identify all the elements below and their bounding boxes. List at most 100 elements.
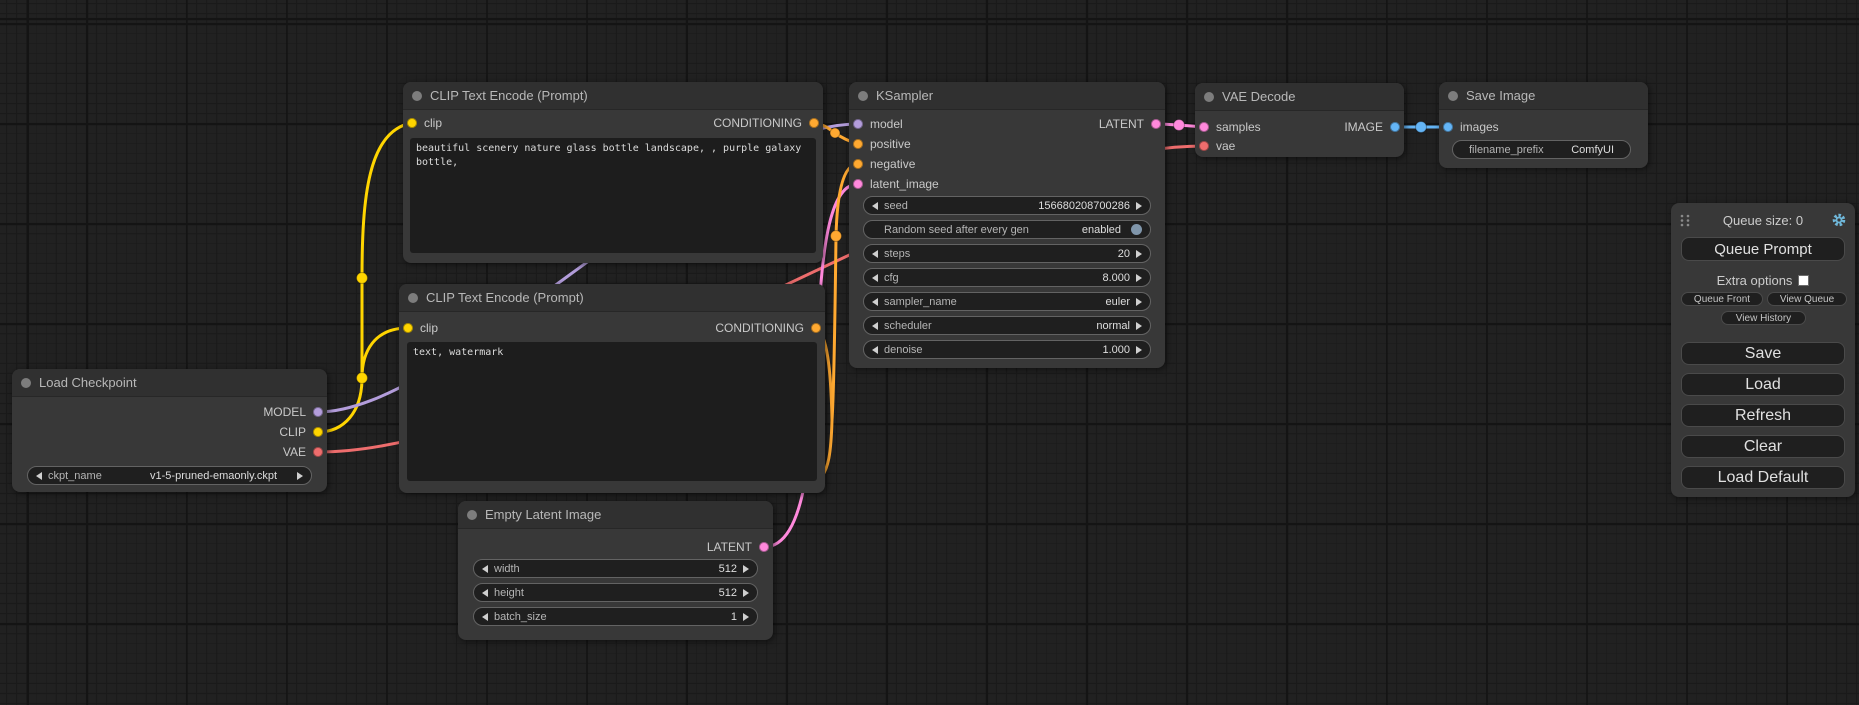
decrement-arrow-icon[interactable] bbox=[36, 472, 42, 480]
decrement-arrow-icon[interactable] bbox=[872, 202, 878, 210]
load-default-button[interactable]: Load Default bbox=[1681, 466, 1845, 489]
reroute-dot-image[interactable] bbox=[1416, 122, 1427, 133]
output-port-image[interactable] bbox=[1390, 122, 1400, 132]
widget-label: Random seed after every gen bbox=[884, 224, 1029, 236]
widget-label: denoise bbox=[884, 344, 923, 356]
widget-label: batch_size bbox=[494, 611, 547, 623]
node-title-bar[interactable]: CLIP Text Encode (Prompt) bbox=[403, 82, 823, 110]
input-port-latent-image[interactable] bbox=[853, 179, 863, 189]
increment-arrow-icon[interactable] bbox=[1136, 322, 1142, 330]
view-queue-button[interactable]: View Queue bbox=[1767, 292, 1847, 306]
view-history-button[interactable]: View History bbox=[1721, 311, 1806, 325]
increment-arrow-icon[interactable] bbox=[1136, 298, 1142, 306]
reroute-dot-positive[interactable] bbox=[830, 128, 840, 138]
widget-cfg[interactable]: cfg 8.000 bbox=[863, 268, 1151, 287]
increment-arrow-icon[interactable] bbox=[1136, 202, 1142, 210]
collapse-dot-icon[interactable] bbox=[21, 378, 31, 388]
input-port-positive[interactable] bbox=[853, 139, 863, 149]
load-button[interactable]: Load bbox=[1681, 373, 1845, 396]
widget-scheduler[interactable]: scheduler normal bbox=[863, 316, 1151, 335]
decrement-arrow-icon[interactable] bbox=[482, 565, 488, 573]
collapse-dot-icon[interactable] bbox=[408, 293, 418, 303]
node-load-checkpoint[interactable]: Load Checkpoint MODEL CLIP VAE ckpt_name… bbox=[12, 369, 327, 492]
queue-panel[interactable]: Queue size: 0 Queue Prompt Extra options… bbox=[1671, 203, 1855, 497]
node-clip-text-encode-positive[interactable]: CLIP Text Encode (Prompt) clip CONDITION… bbox=[403, 82, 823, 263]
node-title-bar[interactable]: CLIP Text Encode (Prompt) bbox=[399, 284, 825, 312]
decrement-arrow-icon[interactable] bbox=[872, 250, 878, 258]
node-title-bar[interactable]: VAE Decode bbox=[1195, 83, 1404, 111]
node-clip-text-encode-negative[interactable]: CLIP Text Encode (Prompt) clip CONDITION… bbox=[399, 284, 825, 493]
save-button[interactable]: Save bbox=[1681, 342, 1845, 365]
widget-ckpt-name[interactable]: ckpt_name v1-5-pruned-emaonly.ckpt bbox=[27, 466, 312, 485]
queue-prompt-button[interactable]: Queue Prompt bbox=[1681, 237, 1845, 261]
reroute-dot-negative[interactable] bbox=[831, 231, 842, 242]
input-port-negative[interactable] bbox=[853, 159, 863, 169]
toggle-dot[interactable] bbox=[1131, 224, 1142, 235]
widget-value: v1-5-pruned-emaonly.ckpt bbox=[150, 470, 277, 482]
node-vae-decode[interactable]: VAE Decode samples vae IMAGE bbox=[1195, 83, 1404, 157]
decrement-arrow-icon[interactable] bbox=[872, 346, 878, 354]
reroute-dot-clip-upper[interactable] bbox=[357, 273, 368, 284]
output-port-conditioning[interactable] bbox=[811, 323, 821, 333]
decrement-arrow-icon[interactable] bbox=[872, 298, 878, 306]
refresh-button[interactable]: Refresh bbox=[1681, 404, 1845, 427]
input-port-clip[interactable] bbox=[403, 323, 413, 333]
input-port-images[interactable] bbox=[1443, 122, 1453, 132]
output-port-vae[interactable] bbox=[313, 447, 323, 457]
comfyui-canvas[interactable]: { "link_colors": { "model": "#b39ddb", "… bbox=[0, 0, 1859, 705]
increment-arrow-icon[interactable] bbox=[1136, 346, 1142, 354]
input-port-model[interactable] bbox=[853, 119, 863, 129]
widget-seed[interactable]: seed 156680208700286 bbox=[863, 196, 1151, 215]
input-port-samples[interactable] bbox=[1199, 122, 1209, 132]
widget-label: filename_prefix bbox=[1469, 144, 1544, 156]
input-port-vae[interactable] bbox=[1199, 141, 1209, 151]
widget-height[interactable]: height 512 bbox=[473, 583, 758, 602]
decrement-arrow-icon[interactable] bbox=[482, 589, 488, 597]
node-ksampler[interactable]: KSampler model positive negative latent_… bbox=[849, 82, 1165, 368]
queue-front-button[interactable]: Queue Front bbox=[1681, 292, 1763, 306]
collapse-dot-icon[interactable] bbox=[1448, 91, 1458, 101]
widget-filename-prefix[interactable]: filename_prefix ComfyUI bbox=[1452, 140, 1631, 159]
widget-batch-size[interactable]: batch_size 1 bbox=[473, 607, 758, 626]
collapse-dot-icon[interactable] bbox=[858, 91, 868, 101]
widget-steps[interactable]: steps 20 bbox=[863, 244, 1151, 263]
reroute-dot-latent[interactable] bbox=[1174, 120, 1185, 131]
input-port-clip[interactable] bbox=[407, 118, 417, 128]
node-title-bar[interactable]: Load Checkpoint bbox=[12, 369, 327, 397]
collapse-dot-icon[interactable] bbox=[1204, 92, 1214, 102]
widget-random-seed-toggle[interactable]: Random seed after every gen enabled bbox=[863, 220, 1151, 239]
collapse-dot-icon[interactable] bbox=[412, 91, 422, 101]
increment-arrow-icon[interactable] bbox=[1136, 274, 1142, 282]
widget-label: scheduler bbox=[884, 320, 932, 332]
collapse-dot-icon[interactable] bbox=[467, 510, 477, 520]
drag-handle-icon[interactable] bbox=[1680, 214, 1690, 227]
node-save-image[interactable]: Save Image images filename_prefix ComfyU… bbox=[1439, 82, 1648, 168]
node-empty-latent-image[interactable]: Empty Latent Image LATENT width 512 heig… bbox=[458, 501, 773, 640]
node-title-bar[interactable]: Empty Latent Image bbox=[458, 501, 773, 529]
decrement-arrow-icon[interactable] bbox=[482, 613, 488, 621]
reroute-dot-clip-lower[interactable] bbox=[357, 373, 368, 384]
decrement-arrow-icon[interactable] bbox=[872, 274, 878, 282]
increment-arrow-icon[interactable] bbox=[743, 613, 749, 621]
output-port-conditioning[interactable] bbox=[809, 118, 819, 128]
prompt-textarea[interactable]: text, watermark bbox=[407, 342, 817, 481]
widget-denoise[interactable]: denoise 1.000 bbox=[863, 340, 1151, 359]
extra-options-checkbox[interactable] bbox=[1798, 275, 1809, 286]
widget-width[interactable]: width 512 bbox=[473, 559, 758, 578]
increment-arrow-icon[interactable] bbox=[743, 565, 749, 573]
increment-arrow-icon[interactable] bbox=[297, 472, 303, 480]
clear-button[interactable]: Clear bbox=[1681, 435, 1845, 458]
node-title-bar[interactable]: Save Image bbox=[1439, 82, 1648, 110]
node-title-bar[interactable]: KSampler bbox=[849, 82, 1165, 110]
output-port-clip[interactable] bbox=[313, 427, 323, 437]
increment-arrow-icon[interactable] bbox=[743, 589, 749, 597]
prompt-textarea[interactable]: beautiful scenery nature glass bottle la… bbox=[410, 138, 816, 253]
output-port-latent[interactable] bbox=[1151, 119, 1161, 129]
widget-sampler-name[interactable]: sampler_name euler bbox=[863, 292, 1151, 311]
output-port-latent[interactable] bbox=[759, 542, 769, 552]
output-port-model[interactable] bbox=[313, 407, 323, 417]
increment-arrow-icon[interactable] bbox=[1136, 250, 1142, 258]
settings-gear-icon[interactable] bbox=[1831, 212, 1847, 228]
queue-panel-header: Queue size: 0 bbox=[1671, 211, 1855, 229]
decrement-arrow-icon[interactable] bbox=[872, 322, 878, 330]
